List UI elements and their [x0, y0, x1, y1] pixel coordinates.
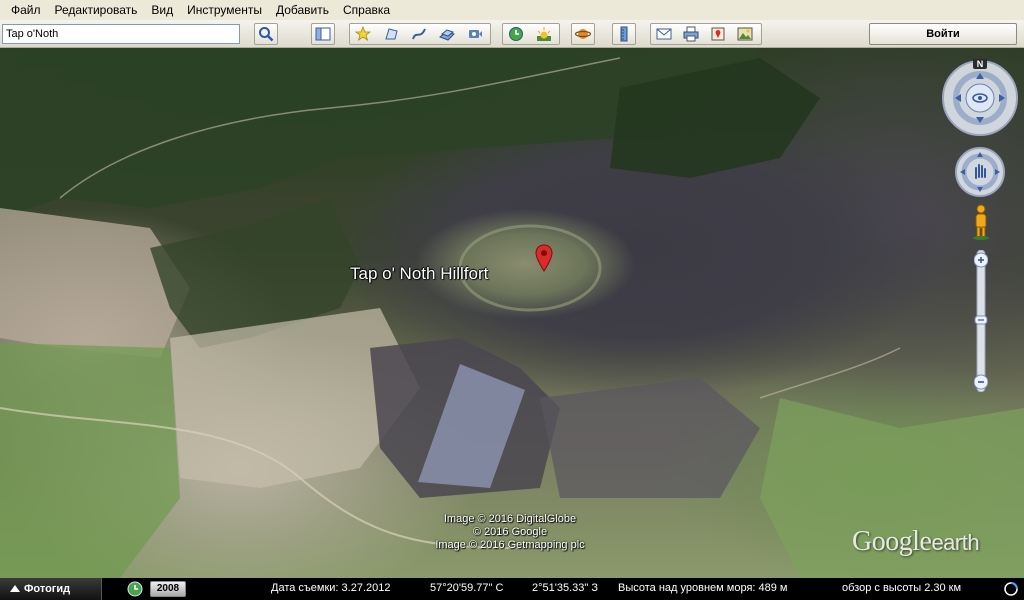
logo-google: Google	[852, 526, 932, 557]
menu-tools[interactable]: Инструменты	[180, 3, 269, 17]
zoom-slider[interactable]	[974, 250, 988, 392]
switch-to-planets-icon	[575, 29, 591, 39]
add-placemark-icon	[355, 26, 371, 41]
photo-tour-label: Фотогид	[24, 583, 71, 595]
sunlight-button[interactable]	[532, 23, 556, 45]
copyright-line-3: Image © 2016 Getmapping plc	[435, 539, 585, 551]
compass-north-label: N	[977, 59, 984, 69]
elevation-readout: Высота над уровнем моря: 489 м	[618, 582, 788, 594]
status-bar: Фотогид 2008 Дата съемки: 3.27.2012 57°2…	[0, 578, 1024, 600]
expand-up-icon	[10, 585, 20, 592]
save-image-button[interactable]	[733, 23, 757, 45]
switch-to-planets-button[interactable]	[571, 23, 595, 45]
longitude-readout: 2°51'35.33" З	[532, 582, 598, 594]
historical-imagery-icon	[509, 27, 523, 41]
copyright-line-1: Image © 2016 DigitalGlobe	[443, 513, 577, 525]
add-placemark-button[interactable]	[351, 23, 375, 45]
save-image-icon	[737, 27, 753, 41]
historical-imagery-button[interactable]	[504, 23, 528, 45]
print-button[interactable]	[679, 23, 703, 45]
streaming-indicator-icon	[1004, 582, 1018, 596]
login-button[interactable]: Войти	[869, 23, 1017, 45]
latitude-readout: 57°20'59.77" С	[430, 582, 504, 594]
sidebar-toggle-button[interactable]	[311, 23, 335, 45]
menu-help[interactable]: Справка	[336, 3, 397, 17]
imagery-year-badge[interactable]: 2008	[150, 581, 186, 597]
pegman-icon[interactable]	[970, 204, 992, 240]
satellite-terrain	[0, 48, 1024, 578]
place-label[interactable]: Tap o' Noth Hillfort	[350, 264, 488, 284]
sunlight-icon	[537, 27, 551, 41]
add-image-overlay-button[interactable]	[435, 23, 459, 45]
capture-date: Дата съемки: 3.27.2012	[271, 582, 391, 594]
imagery-copyright: Image © 2016 DigitalGlobe © 2016 Google …	[410, 513, 610, 552]
view-in-maps-button[interactable]	[706, 23, 730, 45]
look-control[interactable]: N	[941, 59, 1019, 137]
historical-imagery-status-icon[interactable]	[127, 581, 143, 597]
record-tour-icon	[469, 30, 482, 38]
search-input[interactable]	[2, 24, 240, 44]
email-icon	[656, 28, 672, 40]
placemark-pin-icon[interactable]	[535, 244, 553, 272]
logo-earth: earth	[931, 530, 980, 555]
eye-altitude-readout: обзор с высоты 2.30 км	[842, 582, 962, 594]
view-in-maps-icon	[711, 27, 725, 41]
add-path-button[interactable]	[407, 23, 431, 45]
toolbar: Войти	[0, 20, 1024, 48]
menu-file[interactable]: Файл	[4, 3, 48, 17]
search-icon	[259, 27, 274, 42]
add-image-overlay-icon	[439, 29, 455, 41]
ruler-icon	[620, 26, 628, 42]
menu-add[interactable]: Добавить	[269, 3, 336, 17]
add-polygon-icon	[385, 28, 398, 40]
ruler-button[interactable]	[612, 23, 636, 45]
add-path-icon	[412, 28, 426, 40]
menu-view[interactable]: Вид	[144, 3, 180, 17]
add-polygon-button[interactable]	[379, 23, 403, 45]
email-button[interactable]	[652, 23, 676, 45]
move-control[interactable]	[954, 146, 1006, 198]
photo-tour-button[interactable]: Фотогид	[0, 578, 102, 600]
menu-edit[interactable]: Редактировать	[48, 3, 145, 17]
search-button[interactable]	[254, 23, 278, 45]
menu-bar: Файл Редактировать Вид Инструменты Добав…	[0, 0, 1024, 20]
map-view[interactable]: Tap o' Noth Hillfort Image © 2016 Digita…	[0, 48, 1024, 578]
record-tour-button[interactable]	[463, 23, 487, 45]
google-earth-logo: Googleearth	[852, 526, 980, 558]
sidebar-toggle-icon	[315, 27, 331, 41]
copyright-line-2: © 2016 Google	[472, 526, 548, 538]
print-icon	[683, 26, 699, 42]
